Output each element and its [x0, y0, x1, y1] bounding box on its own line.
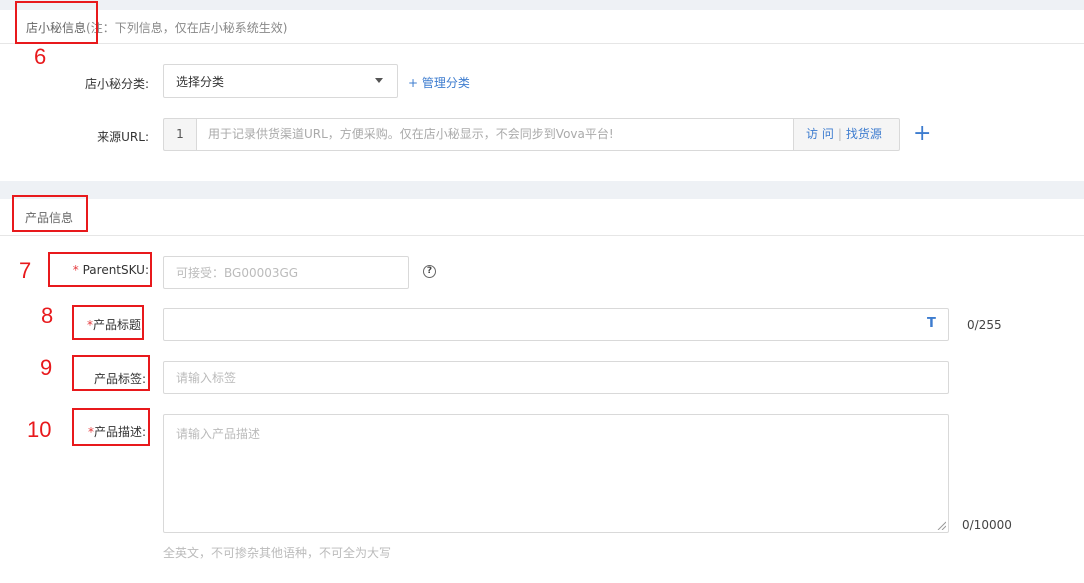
store-info-note: (注：下列信息，仅在店小秘系统生效) [86, 21, 288, 35]
annotation-box-product-title [12, 195, 88, 232]
source-url-group: 1 用于记录供货渠道URL，方便采购。仅在店小秘显示，不会同步到Vova平台! … [163, 118, 900, 151]
annotation-marker-6: 6 [34, 44, 47, 69]
product-description-textarea[interactable]: 请输入产品描述 [163, 414, 949, 533]
source-url-addon: 访 问 | 找货源 [793, 118, 900, 151]
chevron-down-icon [375, 78, 383, 83]
product-title-counter: 0/255 [967, 318, 1002, 332]
product-tags-input[interactable]: 请输入标签 [163, 361, 949, 394]
source-url-input[interactable]: 用于记录供货渠道URL，方便采购。仅在店小秘显示，不会同步到Vova平台! [196, 118, 794, 151]
parent-sku-input[interactable]: 可接受：BG00003GG [163, 256, 409, 289]
product-title-label: *产品标题 [60, 316, 141, 333]
category-label: 店小秘分类: [84, 77, 149, 91]
help-icon[interactable]: ? [423, 265, 436, 278]
category-select[interactable]: 选择分类 [163, 64, 398, 98]
store-info-header: 店小秘信息(注：下列信息，仅在店小秘系统生效) [0, 10, 1084, 44]
source-url-index: 1 [163, 118, 196, 151]
annotation-marker-8: 8 [41, 303, 54, 328]
product-title-label-text: 产品标题 [92, 318, 141, 332]
annotation-box-store-title [15, 1, 98, 44]
product-title-input[interactable] [163, 308, 949, 341]
product-description-label: *产品描述: [60, 423, 146, 440]
product-tags-label: 产品标签: [93, 372, 146, 386]
annotation-marker-7: 7 [19, 258, 32, 283]
source-url-label: 来源URL: [97, 130, 149, 144]
add-url-icon[interactable]: + [913, 123, 931, 145]
product-description-hint: 全英文，不可掺杂其他语种，不可全为大写 [163, 546, 392, 560]
resize-handle-icon[interactable] [937, 521, 946, 530]
category-select-value: 选择分类 [176, 74, 225, 89]
product-description-placeholder: 请输入产品描述 [176, 427, 261, 441]
parent-sku-label-text: ParentSKU: [82, 263, 149, 277]
parent-sku-label: * ParentSKU: [60, 263, 149, 277]
find-source-link[interactable]: 找货源 [846, 127, 882, 141]
product-info-header: 产品信息 [0, 199, 1084, 236]
product-description-label-text: 产品描述: [93, 425, 146, 439]
annotation-marker-9: 9 [40, 355, 53, 380]
addon-separator: | [837, 127, 842, 141]
visit-link[interactable]: 访 问 [806, 127, 834, 141]
product-description-counter: 0/10000 [962, 518, 1012, 532]
required-mark: * [72, 263, 79, 277]
annotation-marker-10: 10 [27, 417, 52, 442]
manage-category-link[interactable]: + 管理分类 [408, 74, 470, 91]
